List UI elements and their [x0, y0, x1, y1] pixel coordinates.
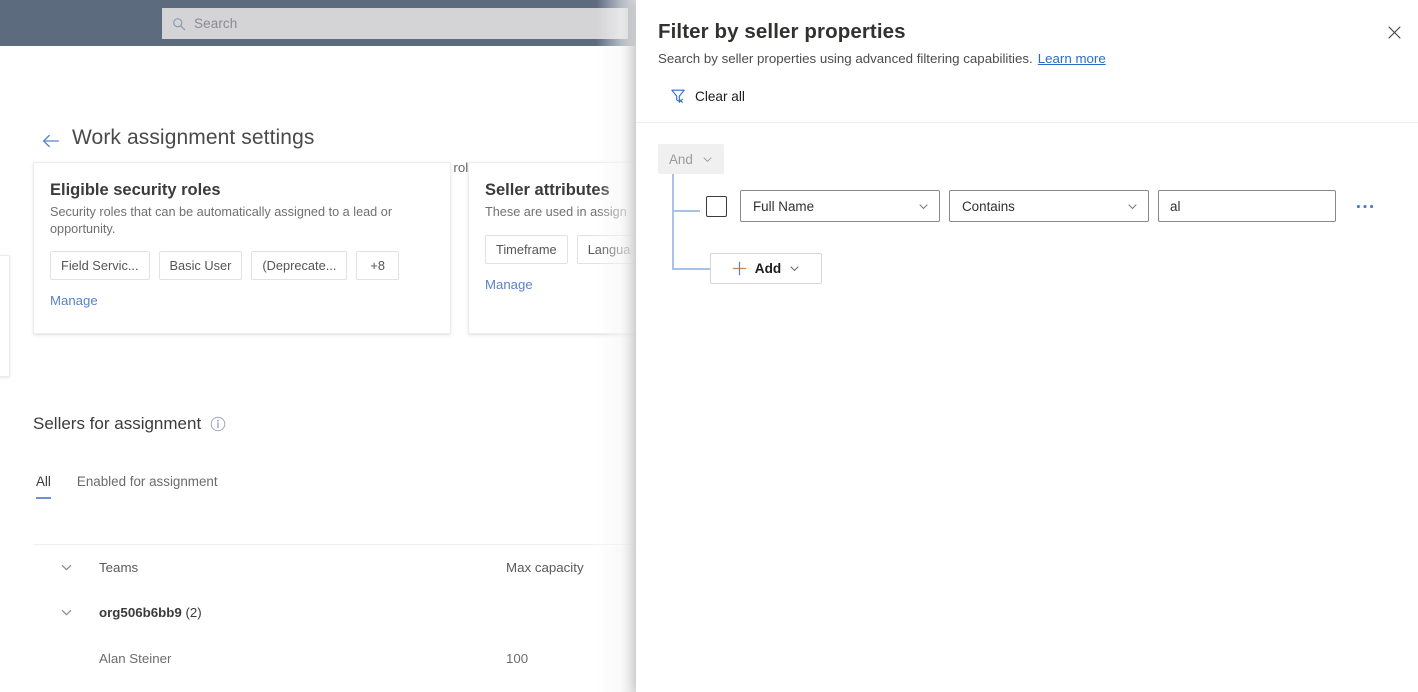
filter-clear-icon — [671, 89, 685, 103]
panel-subtitle: Search by seller properties using advanc… — [658, 51, 1106, 66]
panel-title: Filter by seller properties — [658, 20, 906, 43]
tab-enabled-for-assignment[interactable]: Enabled for assignment — [77, 474, 218, 499]
seller-name: Alan Steiner — [99, 650, 172, 666]
global-search-box[interactable]: Search — [162, 8, 628, 39]
role-chip-overflow-count[interactable]: +8 — [356, 251, 399, 280]
chevron-down-icon — [61, 609, 71, 615]
filter-condition-row: Full Name Contains — [706, 190, 1379, 222]
clear-all-button[interactable]: Clear all — [670, 88, 745, 104]
seller-attribute-chips: Timeframe Langua — [485, 234, 636, 264]
filter-field-dropdown[interactable]: Full Name — [740, 190, 940, 222]
work-assignment-settings-page: Work assignment settings Set up and mana… — [0, 46, 636, 692]
group-name: org506b6bb9 — [99, 604, 182, 620]
offscreen-card-edge — [0, 255, 10, 377]
group-count: (2) — [185, 604, 202, 620]
security-role-chips: Field Servic... Basic User (Deprecate...… — [50, 251, 434, 280]
card-description: Security roles that can be automatically… — [50, 205, 393, 236]
filter-value-input[interactable] — [1158, 190, 1336, 222]
seller-max-capacity: 100 — [506, 650, 529, 666]
chevron-down-icon — [61, 564, 71, 570]
top-command-bar: Search — [0, 0, 636, 46]
table-row[interactable]: David Mallory 100 — [33, 681, 636, 692]
chevron-down-icon — [790, 266, 799, 271]
panel-divider — [636, 122, 1418, 123]
add-button-label: Add — [754, 261, 782, 276]
filter-field-value: Full Name — [753, 198, 815, 214]
filter-row-more-button[interactable] — [1351, 192, 1379, 220]
role-chip[interactable]: (Deprecate... — [251, 251, 348, 280]
tree-connector-add — [672, 268, 710, 270]
table-row[interactable]: Alan Steiner 100 — [33, 635, 636, 681]
card-title: Seller attributes — [485, 181, 610, 199]
add-condition-button[interactable]: Add — [710, 253, 822, 284]
clear-all-label: Clear all — [695, 88, 745, 104]
close-panel-button[interactable] — [1378, 16, 1410, 48]
add-plus-icon — [732, 261, 746, 276]
tab-all[interactable]: All — [36, 474, 51, 499]
chevron-down-icon — [919, 203, 928, 209]
card-title: Eligible security roles — [50, 181, 221, 199]
card-description: These are used in assign — [485, 205, 627, 219]
more-horizontal-icon — [1356, 204, 1374, 208]
role-chip[interactable]: Field Servic... — [50, 251, 150, 280]
card-seller-attributes: Seller attributes These are used in assi… — [468, 162, 636, 334]
search-icon — [173, 17, 186, 30]
column-header-teams[interactable]: Teams — [99, 560, 506, 575]
group-expand-toggle[interactable] — [33, 606, 99, 619]
filter-operator-dropdown[interactable]: Contains — [949, 190, 1149, 222]
info-icon[interactable] — [210, 416, 226, 432]
card-eligible-security-roles: Eligible security roles Security roles t… — [33, 162, 451, 334]
section-title: Sellers for assignment — [33, 414, 202, 433]
attribute-chip[interactable]: Timeframe — [485, 234, 568, 264]
sellers-table: Teams Max capacity org506b6bb9 (2) Alan … — [33, 544, 636, 692]
chevron-down-icon — [1128, 203, 1137, 209]
role-chip[interactable]: Basic User — [158, 251, 243, 280]
panel-subtitle-text: Search by seller properties using advanc… — [658, 51, 1033, 66]
filter-row-checkbox[interactable] — [706, 195, 727, 217]
table-header-row: Teams Max capacity — [33, 545, 636, 589]
table-group-row[interactable]: org506b6bb9 (2) — [33, 589, 636, 635]
tree-connector-vertical — [672, 174, 674, 269]
back-arrow-icon[interactable] — [40, 130, 62, 152]
attribute-chip[interactable]: Langua — [576, 234, 636, 264]
page-title: Work assignment settings — [72, 126, 315, 149]
sellers-for-assignment-heading: Sellers for assignment — [33, 414, 226, 434]
chevron-down-icon — [703, 156, 712, 162]
manage-seller-attributes-link[interactable]: Manage — [485, 277, 533, 292]
group-operator-dropdown[interactable]: And — [658, 144, 724, 174]
manage-security-roles-link[interactable]: Manage — [50, 293, 98, 308]
column-header-max-capacity[interactable]: Max capacity — [506, 560, 636, 575]
filter-by-seller-properties-panel: Filter by seller properties Search by se… — [636, 0, 1418, 692]
header-expand-cell[interactable] — [33, 561, 99, 574]
group-operator-label: And — [669, 151, 693, 167]
group-label: org506b6bb9 (2) — [99, 605, 506, 620]
sellers-tabs: All Enabled for assignment — [36, 474, 218, 499]
learn-more-link[interactable]: Learn more — [1038, 51, 1106, 66]
tree-connector-row — [672, 210, 700, 212]
search-placeholder: Search — [194, 16, 238, 31]
close-icon — [1388, 26, 1400, 38]
filter-operator-value: Contains — [962, 198, 1015, 214]
